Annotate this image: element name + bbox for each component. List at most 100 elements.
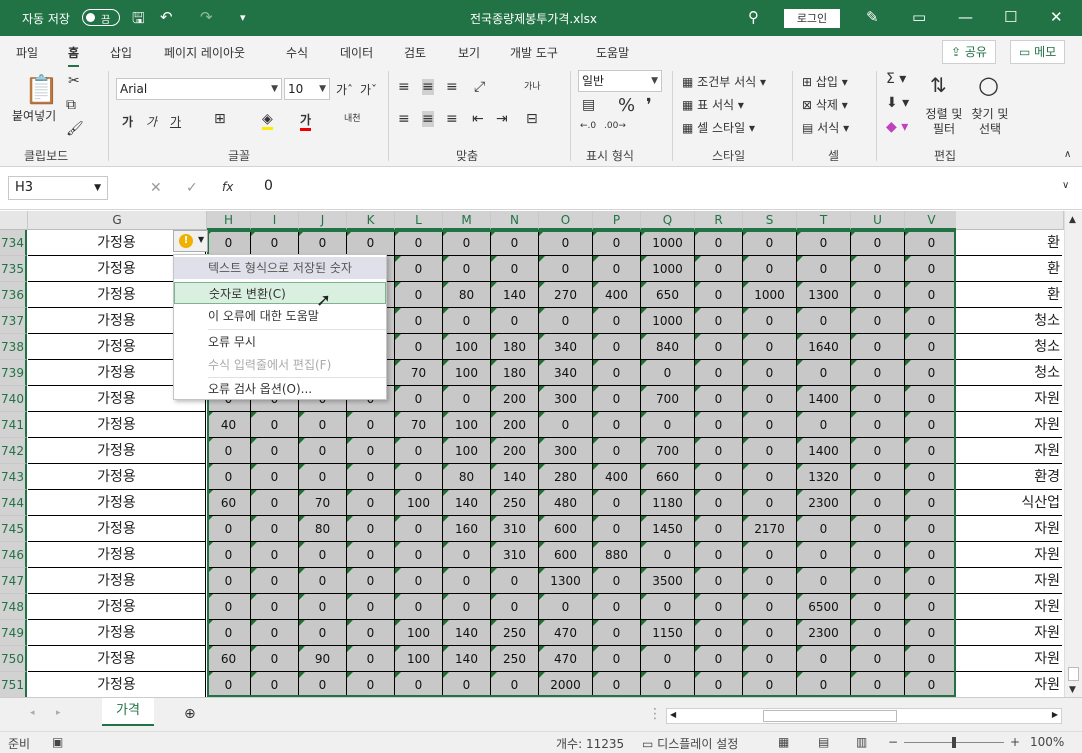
cell[interactable]: 0 [491, 672, 539, 698]
cell[interactable]: 0 [395, 386, 443, 412]
cell[interactable]: 140 [491, 282, 539, 308]
phonetic-icon[interactable]: 내천 [344, 111, 361, 124]
cell[interactable]: 0 [905, 438, 959, 464]
cell[interactable]: 1300 [539, 568, 593, 594]
cell-g[interactable]: 가정용 [28, 672, 206, 698]
tab-split-handle[interactable]: ⋮ [648, 706, 662, 722]
add-sheet-icon[interactable]: ⊕ [184, 706, 196, 722]
cell[interactable]: 0 [851, 672, 905, 698]
cell[interactable]: 700 [641, 438, 695, 464]
cell[interactable]: 0 [851, 438, 905, 464]
cell[interactable]: 0 [299, 594, 347, 620]
cell[interactable]: 0 [851, 282, 905, 308]
cell[interactable]: 100 [443, 412, 491, 438]
ignore-error-item[interactable]: 오류 무시 [174, 331, 386, 353]
cell[interactable]: 0 [641, 672, 695, 698]
tab-home[interactable]: 홈 [68, 44, 80, 68]
cell[interactable]: 0 [593, 386, 641, 412]
cell[interactable]: 0 [695, 594, 743, 620]
cell[interactable]: 880 [593, 542, 641, 568]
cell[interactable]: 0 [395, 672, 443, 698]
cell[interactable]: 70 [395, 360, 443, 386]
cell-g[interactable]: 가정용 [28, 438, 206, 464]
col-header-k[interactable]: K [347, 211, 395, 230]
cell[interactable]: 0 [743, 412, 797, 438]
cell[interactable]: 0 [743, 568, 797, 594]
cell[interactable]: 400 [593, 282, 641, 308]
cell[interactable]: 80 [299, 516, 347, 542]
number-format-select[interactable]: 일반 ▼ [578, 70, 662, 92]
col-header-s[interactable]: S [743, 211, 797, 230]
cell[interactable]: 60 [207, 490, 251, 516]
increase-indent-icon[interactable]: ⇥ [496, 111, 508, 127]
cell[interactable]: 0 [491, 308, 539, 334]
col-header-j[interactable]: J [299, 211, 347, 230]
cell[interactable]: 0 [347, 490, 395, 516]
cell[interactable]: 0 [251, 672, 299, 698]
cell[interactable]: 0 [743, 386, 797, 412]
convert-to-number-item[interactable]: 숫자로 변환(C) [174, 282, 386, 304]
cut-icon[interactable]: ✂ [68, 73, 80, 89]
row-header[interactable]: 749 [0, 620, 27, 646]
tab-file[interactable]: 파일 [16, 44, 38, 61]
cell[interactable]: 0 [395, 334, 443, 360]
row-header[interactable]: 735 [0, 256, 27, 282]
cell[interactable]: 0 [207, 542, 251, 568]
cell[interactable]: 0 [347, 464, 395, 490]
cell-w[interactable]: 자원 [956, 620, 1062, 646]
cell[interactable]: 0 [251, 464, 299, 490]
col-header-r[interactable]: R [695, 211, 743, 230]
cell-style-button[interactable]: ▦ 셀 스타일 ▾ [682, 119, 755, 136]
formula-input[interactable]: 0 [264, 178, 273, 194]
cell[interactable]: 2300 [797, 490, 851, 516]
align-top-icon[interactable]: ≡ [398, 79, 410, 95]
cell[interactable]: 2300 [797, 620, 851, 646]
cell[interactable]: 0 [905, 360, 959, 386]
sheet-tab[interactable]: 가격 [102, 698, 154, 726]
cell[interactable]: 0 [593, 438, 641, 464]
cell[interactable]: 0 [251, 230, 299, 256]
cell-w[interactable]: 자원 [956, 542, 1062, 568]
col-header-g[interactable]: G [28, 211, 207, 230]
row-header[interactable]: 747 [0, 568, 27, 594]
next-sheet-icon[interactable]: ▸ [56, 708, 61, 718]
cell[interactable]: 0 [207, 672, 251, 698]
cell-w[interactable]: 청소 [956, 334, 1062, 360]
cell[interactable]: 0 [695, 308, 743, 334]
expand-formula-icon[interactable]: ∨ [1062, 180, 1069, 191]
cell[interactable]: 0 [851, 594, 905, 620]
cell[interactable]: 0 [641, 594, 695, 620]
cell[interactable]: 0 [395, 308, 443, 334]
cell[interactable]: 0 [641, 360, 695, 386]
cell[interactable]: 0 [743, 542, 797, 568]
wrap-text-icon[interactable]: 가나 [524, 79, 541, 92]
display-settings-button[interactable]: ▭ 디스플레이 설정 [642, 735, 738, 752]
row-header[interactable]: 751 [0, 672, 27, 698]
cell[interactable]: 2170 [743, 516, 797, 542]
cell[interactable]: 0 [347, 516, 395, 542]
cell[interactable]: 0 [851, 256, 905, 282]
cell[interactable]: 0 [797, 230, 851, 256]
cell[interactable]: 0 [251, 646, 299, 672]
cell[interactable]: 0 [347, 568, 395, 594]
cell[interactable]: 140 [443, 646, 491, 672]
cell[interactable]: 0 [905, 516, 959, 542]
orientation-icon[interactable]: ⤢ [474, 79, 485, 95]
cell-w[interactable]: 환 [956, 230, 1062, 256]
border-icon[interactable]: ⊞ [214, 111, 226, 127]
error-check-button[interactable]: ! ▼ [173, 230, 208, 252]
cell[interactable]: 0 [695, 256, 743, 282]
cell[interactable]: 0 [851, 646, 905, 672]
row-header[interactable]: 748 [0, 594, 27, 620]
col-header-n[interactable]: N [491, 211, 539, 230]
cell[interactable]: 840 [641, 334, 695, 360]
cell[interactable]: 0 [593, 490, 641, 516]
cell[interactable]: 0 [395, 230, 443, 256]
cell[interactable]: 160 [443, 516, 491, 542]
cell[interactable]: 0 [905, 412, 959, 438]
tab-data[interactable]: 데이터 [340, 44, 373, 61]
cell[interactable]: 0 [905, 308, 959, 334]
cell[interactable]: 60 [207, 646, 251, 672]
cell[interactable]: 0 [299, 542, 347, 568]
row-header[interactable]: 750 [0, 646, 27, 672]
